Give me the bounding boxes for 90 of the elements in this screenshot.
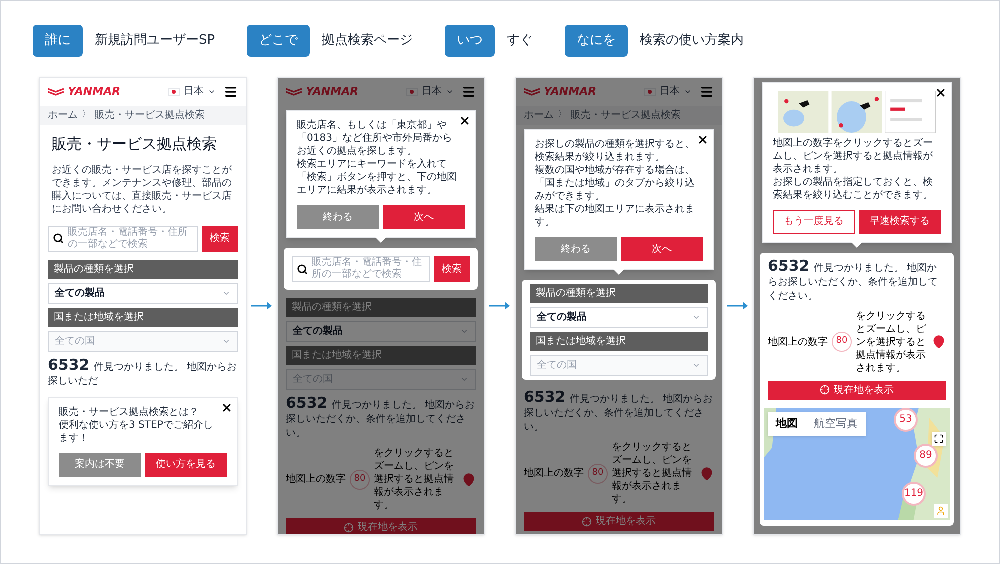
popup-button[interactable]: 終わる <box>535 237 617 261</box>
popup-text: お探しの製品を指定しておくと、検索結果を絞り込むことができます。 <box>773 176 933 202</box>
popup-button[interactable]: もう一度見る <box>773 210 855 234</box>
fullscreen-button[interactable] <box>932 432 946 446</box>
chevron-icon <box>692 361 701 370</box>
logo-text: YANMAR <box>68 84 121 100</box>
map-pin-icon <box>932 335 946 349</box>
result-text: 6532 件見つかりました。 地図からお探しいただくか、条件を追加してください。 <box>286 396 476 441</box>
logo-text: YANMAR <box>306 84 359 100</box>
section-heading: 製品の種類を選択 <box>48 260 238 278</box>
connector-arrow <box>489 300 511 312</box>
locate-button[interactable]: 現在地を表示 <box>286 518 476 534</box>
category-tag: いつ <box>445 25 496 56</box>
crosshair-icon <box>582 516 592 526</box>
result-text: 6532 件見つかりました。 地図からお探しいただ <box>48 358 238 388</box>
dropdown[interactable]: 全ての製品 <box>48 282 238 304</box>
map-type-tab[interactable]: 地図 <box>768 412 806 436</box>
breadcrumb-link[interactable]: ホーム <box>48 108 78 123</box>
popup-text: 販売店名、もしくは「東京都」や「0183」など住所や市外局番からお近くの拠点を探します。 <box>297 119 454 158</box>
close-icon[interactable] <box>221 402 233 414</box>
popup-text: 複数の国や地域が存在する場合は、「国または地域」のタブから絞り込みができます。 <box>535 164 695 203</box>
category-tag: どこで <box>247 25 310 56</box>
hint-text: をクリックするとズームし、ピンを選択すると拠点情報が表示されます。 <box>856 310 927 374</box>
language-selector[interactable]: 日本 <box>406 84 454 100</box>
close-icon[interactable] <box>697 134 709 146</box>
language-selector[interactable]: 日本 <box>644 84 692 100</box>
connector-arrow <box>727 300 749 312</box>
crosshair-icon <box>820 385 830 395</box>
cluster-marker: 80 <box>350 470 370 490</box>
hint-text: 地図上の数字 <box>286 472 346 487</box>
intro-text: お近くの販売・サービス店を探すことができます。メンテナンスや修理、部品の購入については、直接販売・サービス店にお問い合わせください。 <box>52 164 233 216</box>
chevron-icon <box>692 313 701 322</box>
logo-text: YANMAR <box>544 84 597 100</box>
popup-text: 便利な使い方を3 STEPでご紹介します！ <box>59 418 214 444</box>
map-pin-icon <box>462 472 476 486</box>
crosshair-icon <box>344 522 354 532</box>
category-value: 新規訪問ユーザーSP <box>95 32 216 50</box>
breadcrumb-separator: 〉 <box>558 108 567 122</box>
popup-text: 検索エリアにキーワードを入れて「検索」ボタンを押すと、下の地図エリアに結果が表示されます。 <box>297 158 457 197</box>
hint-text: 地図上の数字 <box>768 336 828 350</box>
breadcrumb-link[interactable]: ホーム <box>524 108 554 123</box>
search-icon <box>297 264 308 274</box>
map-pin-icon <box>700 466 714 480</box>
chevron-icon <box>460 375 469 384</box>
search-button[interactable]: 検索 <box>202 226 238 252</box>
section-heading: 国または地域を選択 <box>286 346 476 365</box>
search-button[interactable]: 検索 <box>434 256 470 282</box>
logo-icon <box>286 88 302 96</box>
chevron-icon <box>460 327 469 336</box>
popup-button[interactable]: 次へ <box>383 205 465 229</box>
category-value: 拠点検索ページ <box>322 32 414 50</box>
locate-button[interactable]: 現在地を表示 <box>524 512 714 531</box>
logo-icon <box>48 88 64 96</box>
close-icon[interactable] <box>935 86 947 98</box>
section-heading: 国または地域を選択 <box>48 308 238 326</box>
locate-button[interactable]: 現在地を表示 <box>768 380 946 400</box>
section-heading: 製品の種類を選択 <box>286 298 476 317</box>
section-heading: 製品の種類を選択 <box>530 284 708 303</box>
language-selector[interactable]: 日本 <box>168 84 216 100</box>
popup-button[interactable]: 案内は不要 <box>59 452 141 476</box>
map-type-tab[interactable]: 航空写真 <box>806 412 866 436</box>
popup-button[interactable]: 早速検索する <box>859 210 941 234</box>
result-text: 6532 件見つかりました。 地図からお探しいただくか、条件を追加してください。 <box>524 390 714 435</box>
hint-text: 地図上の数字 <box>524 466 584 481</box>
logo-icon <box>524 88 540 96</box>
breadcrumb-separator: 〉 <box>82 108 91 122</box>
cluster-marker: 80 <box>588 464 608 484</box>
close-icon[interactable] <box>459 115 471 127</box>
category-tag: なにを <box>565 25 628 56</box>
connector-arrow <box>251 300 273 312</box>
hint-text: をクリックするとズームし、ピンを選択すると拠点情報が表示されます。 <box>374 447 455 512</box>
dropdown[interactable]: 全ての製品 <box>286 321 476 342</box>
cluster-marker: 80 <box>832 332 852 352</box>
dropdown[interactable]: 全ての製品 <box>530 307 708 328</box>
search-icon <box>53 233 64 244</box>
page-title: 販売・サービス拠点検索 <box>52 134 218 155</box>
result-text: 6532 件見つかりました。 地図からお探しいただくか、条件を追加してください。 <box>768 258 939 304</box>
hint-text: をクリックするとズームし、ピンを選択すると拠点情報が表示されます。 <box>612 441 693 506</box>
popup-text: 結果は下の地図エリアに表示されます。 <box>535 203 695 229</box>
menu-icon[interactable] <box>224 84 238 99</box>
category-tag: 誰に <box>33 25 83 56</box>
popup-text: 地図上の数字をクリックするとズームし、ピンを選択すると拠点情報が表示されます。 <box>773 136 933 176</box>
popup-text: お探しの製品の種類を選択すると、検索結果が絞り込まれます。 <box>535 138 695 164</box>
popup-text: 販売・サービス拠点検索とは？ <box>59 406 200 418</box>
popup-button[interactable]: 終わる <box>297 205 379 229</box>
section-heading: 国または地域を選択 <box>530 332 708 351</box>
popup-button[interactable]: 使い方を見る <box>145 452 227 476</box>
category-value: すぐ <box>507 32 534 50</box>
popup-button[interactable]: 次へ <box>621 237 703 261</box>
category-value: 検索の使い方案内 <box>640 32 744 50</box>
